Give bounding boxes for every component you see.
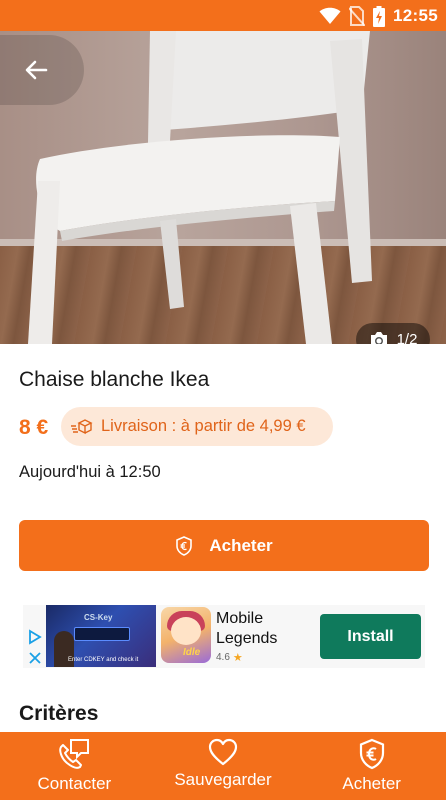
- no-sim-icon: [349, 6, 366, 26]
- ad-app-name[interactable]: Mobile Legends: [216, 609, 316, 649]
- buy-button[interactable]: Acheter: [19, 520, 429, 571]
- ad-banner[interactable]: CS-Key Enter CDKEY and check it Idle Mob…: [23, 605, 425, 668]
- listing-date: Aujourd'hui à 12:50: [19, 463, 161, 481]
- listing-title: Chaise blanche Ikea: [19, 368, 210, 391]
- ad-thumb-label: CS-Key: [84, 613, 113, 622]
- ad-app-icon-face: [171, 617, 201, 645]
- photo-counter[interactable]: 1/2: [356, 323, 430, 344]
- star-icon: ★: [232, 652, 243, 664]
- ad-thumb-caption: Enter CDKEY and check it: [68, 657, 139, 663]
- euro-shield-icon: [176, 535, 193, 556]
- ad-choices-icon[interactable]: [27, 629, 43, 665]
- delivery-badge[interactable]: Livraison : à partir de 4,99 €: [61, 407, 333, 446]
- ad-install-button[interactable]: Install: [320, 614, 421, 659]
- battery-charging-icon: [373, 5, 386, 27]
- contact-phone-icon: [59, 739, 90, 769]
- delivery-text: Livraison : à partir de 4,99 €: [101, 417, 306, 435]
- status-icons: 12:55: [319, 5, 438, 27]
- heart-icon: [208, 738, 238, 766]
- buy-button-label: Acheter: [209, 535, 273, 555]
- euro-shield-icon: [359, 738, 384, 770]
- ad-thumbnail[interactable]: CS-Key Enter CDKEY and check it: [46, 605, 156, 667]
- nav-item-buy[interactable]: Acheter: [297, 732, 446, 800]
- nav-item-contact[interactable]: Contacter: [0, 732, 149, 800]
- nav-item-save[interactable]: Sauvegarder: [149, 732, 298, 800]
- wifi-icon: [319, 7, 341, 24]
- nav-label-buy: Acheter: [342, 774, 401, 793]
- section-title-criteria: Critères: [19, 702, 99, 725]
- listing-price: 8 €: [19, 416, 49, 439]
- status-time: 12:55: [393, 6, 438, 25]
- ad-app-icon[interactable]: Idle: [161, 607, 211, 663]
- ad-rating-value: 4.6: [216, 652, 230, 663]
- nav-label-save: Sauvegarder: [174, 770, 272, 789]
- listing-photo[interactable]: 1/2: [0, 31, 446, 344]
- camera-icon: [370, 332, 387, 344]
- ad-thumb-code-box: [74, 627, 130, 641]
- photo-counter-text: 1/2: [396, 331, 418, 344]
- bottom-nav: Contacter Sauvegarder Acheter: [0, 732, 446, 800]
- ad-app-icon-tag: Idle: [183, 647, 201, 658]
- nav-label-contact: Contacter: [37, 774, 112, 793]
- ad-rating: 4.6 ★: [216, 651, 243, 664]
- status-bar: 12:55: [0, 0, 446, 31]
- back-arrow-icon: [25, 60, 48, 80]
- delivery-box-icon: [71, 418, 93, 434]
- back-button[interactable]: [0, 35, 84, 105]
